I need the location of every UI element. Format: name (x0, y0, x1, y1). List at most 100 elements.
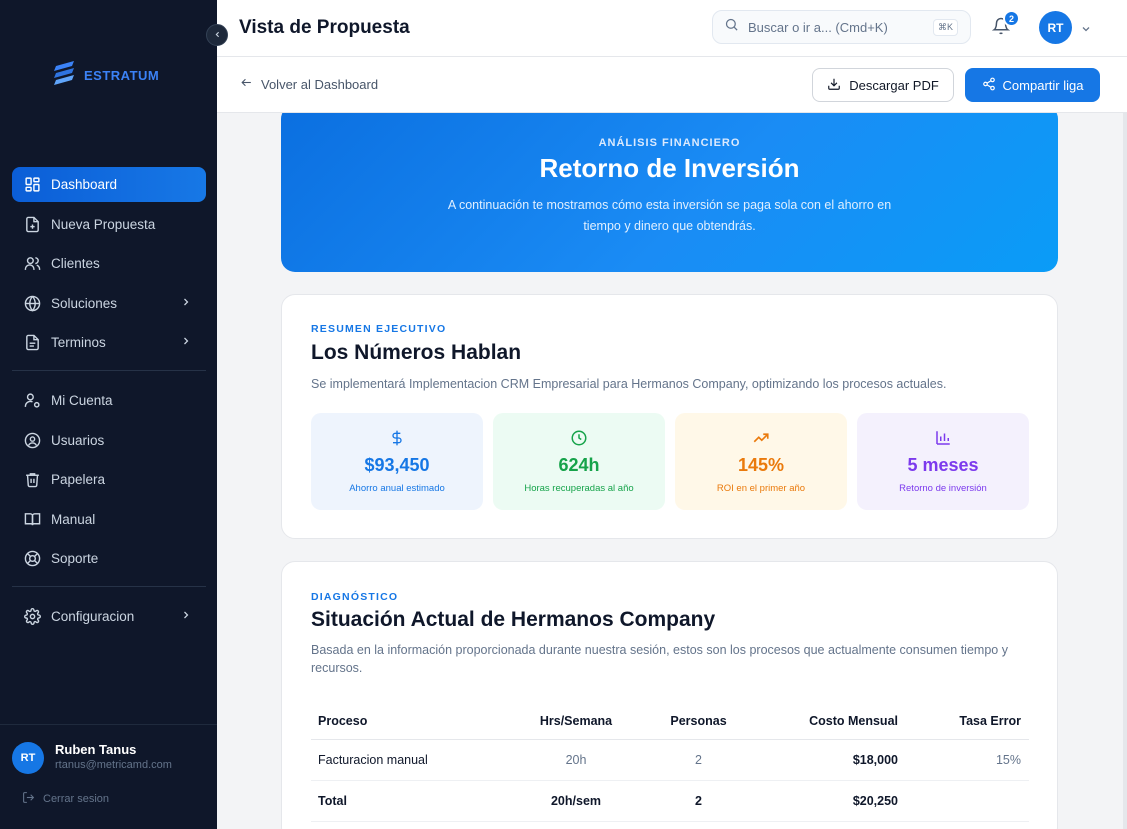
hero-description: A continuación te mostramos cómo esta in… (447, 198, 892, 233)
chevron-right-icon (180, 609, 192, 624)
metric-value: $93,450 (364, 455, 430, 475)
table-header-row: Proceso Hrs/Semana Personas Costo Mensua… (311, 704, 1029, 740)
avatar[interactable]: RT (1039, 11, 1072, 44)
cell-personas: 2 (651, 739, 746, 781)
sidebar-item-terminos[interactable]: Terminos (12, 325, 206, 360)
logout-icon (22, 791, 35, 807)
section-description: Se implementará Implementacion CRM Empre… (311, 377, 947, 391)
column-header: Hrs/Semana (501, 704, 651, 740)
chevron-left-icon (213, 26, 222, 44)
column-header: Personas (651, 704, 746, 740)
metric-annual-savings: $93,450 Ahorro anual estimado (311, 413, 483, 510)
metric-label: ROI en el primer año (716, 483, 806, 494)
chevron-right-icon (180, 335, 192, 350)
sidebar-item-nueva-propuesta[interactable]: Nueva Propuesta (12, 207, 206, 242)
users-icon (22, 254, 42, 274)
brand-logo[interactable]: ESTRATUM (52, 58, 159, 93)
sidebar-item-manual[interactable]: Manual (12, 502, 206, 537)
book-open-icon (22, 509, 42, 529)
chevron-down-icon[interactable] (1080, 22, 1092, 40)
back-label: Volver al Dashboard (261, 76, 379, 92)
download-pdf-button[interactable]: Descargar PDF (812, 68, 954, 102)
sidebar-item-label: Papelera (51, 472, 106, 487)
sidebar-item-label: Configuracion (51, 609, 135, 624)
share-link-button[interactable]: Compartir liga (965, 68, 1100, 102)
sidebar-collapse-button[interactable] (206, 24, 228, 46)
process-table: Proceso Hrs/Semana Personas Costo Mensua… (311, 704, 1029, 822)
main-scrollbar[interactable] (1123, 113, 1127, 829)
executive-summary-card: RESUMEN EJECUTIVO Los Números Hablan Se … (281, 294, 1058, 539)
lifebuoy-icon (22, 549, 42, 569)
cell-personas: 2 (651, 780, 746, 822)
sidebar-item-clientes[interactable]: Clientes (12, 246, 206, 281)
logout-button[interactable]: Cerrar sesion (22, 791, 109, 807)
bar-chart-icon (857, 429, 1029, 447)
sidebar-item-soporte[interactable]: Soporte (12, 541, 206, 576)
nav-divider (12, 370, 206, 371)
cell-error: 15% (906, 739, 1029, 781)
section-title: Los Números Hablan (311, 341, 522, 364)
share-link-label: Compartir liga (1002, 77, 1084, 93)
user-email: rtanus@metricamd.com (55, 759, 172, 771)
search-box[interactable]: ⌘K (712, 10, 971, 44)
brand-name: ESTRATUM (84, 68, 160, 83)
sidebar-item-usuarios[interactable]: Usuarios (12, 423, 206, 458)
back-to-dashboard-link[interactable]: Volver al Dashboard (240, 76, 378, 92)
sidebar-item-label: Dashboard (51, 177, 118, 192)
metric-value: 624h (558, 455, 600, 475)
action-bar: Volver al Dashboard Descargar PDF Compar… (217, 57, 1127, 113)
column-header: Tasa Error (906, 704, 1029, 740)
roi-hero-banner: ANÁLISIS FINANCIERO Retorno de Inversión… (281, 113, 1058, 272)
arrow-left-icon (240, 76, 253, 92)
sidebar-item-soluciones[interactable]: Soluciones (12, 286, 206, 321)
column-header: Proceso (311, 704, 501, 740)
cell-costo: $18,000 (746, 739, 906, 781)
hero-title: Retorno de Inversión (539, 153, 800, 183)
metric-label: Retorno de inversión (899, 483, 987, 494)
sidebar-item-mi-cuenta[interactable]: Mi Cuenta (12, 383, 206, 418)
share-icon (982, 77, 996, 94)
download-icon (827, 77, 841, 94)
file-plus-icon (22, 214, 42, 234)
sidebar-item-label: Soporte (51, 551, 99, 566)
download-pdf-label: Descargar PDF (849, 77, 939, 93)
metric-label: Ahorro anual estimado (349, 483, 445, 494)
sidebar-user: RT Ruben Tanus rtanus@metricamd.com Cerr… (0, 724, 217, 829)
sidebar-item-configuracion[interactable]: Configuracion (12, 599, 206, 634)
chevron-right-icon (180, 296, 192, 311)
search-shortcut: ⌘K (932, 19, 958, 36)
cell-costo: $20,250 (746, 780, 906, 822)
diagnosis-card: DIAGNÓSTICO Situación Actual de Hermanos… (281, 561, 1058, 829)
page-title: Vista de Propuesta (239, 17, 410, 38)
globe-icon (22, 293, 42, 313)
section-description: Basada en la información proporcionada d… (311, 643, 1008, 675)
search-input[interactable] (748, 19, 918, 35)
sidebar-item-label: Soluciones (51, 295, 118, 311)
sidebar-item-papelera[interactable]: Papelera (12, 462, 206, 497)
metric-payback-period: 5 meses Retorno de inversión (857, 413, 1029, 510)
metric-value: 5 meses (907, 455, 979, 475)
sidebar-item-label: Clientes (51, 256, 100, 271)
sidebar-item-label: Terminos (51, 335, 106, 350)
cell-hrs: 20h/sem (501, 780, 651, 822)
grid-icon (22, 175, 42, 195)
top-header: Vista de Propuesta ⌘K 2 RT (217, 0, 1127, 57)
sidebar-item-label: Manual (51, 511, 96, 527)
gear-icon (22, 607, 42, 627)
trash-icon (22, 470, 42, 490)
trending-up-icon (675, 429, 847, 447)
document-icon (22, 333, 42, 353)
cell-proceso: Facturacion manual (311, 739, 501, 781)
column-header: Costo Mensual (746, 704, 906, 740)
logout-label: Cerrar sesion (43, 793, 110, 805)
sidebar-nav: Dashboard Nueva Propuesta Clientes Soluc… (12, 167, 206, 639)
section-kicker: DIAGNÓSTICO (311, 591, 399, 603)
sidebar-item-dashboard[interactable]: Dashboard (12, 167, 206, 202)
avatar[interactable]: RT (12, 742, 44, 774)
clock-icon (493, 429, 665, 447)
section-kicker: RESUMEN EJECUTIVO (311, 323, 447, 335)
sidebar-item-label: Usuarios (51, 432, 105, 448)
metric-hours-recovered: 624h Horas recuperadas al año (493, 413, 665, 510)
sidebar-item-label: Mi Cuenta (51, 393, 113, 408)
cell-error (906, 780, 1029, 822)
